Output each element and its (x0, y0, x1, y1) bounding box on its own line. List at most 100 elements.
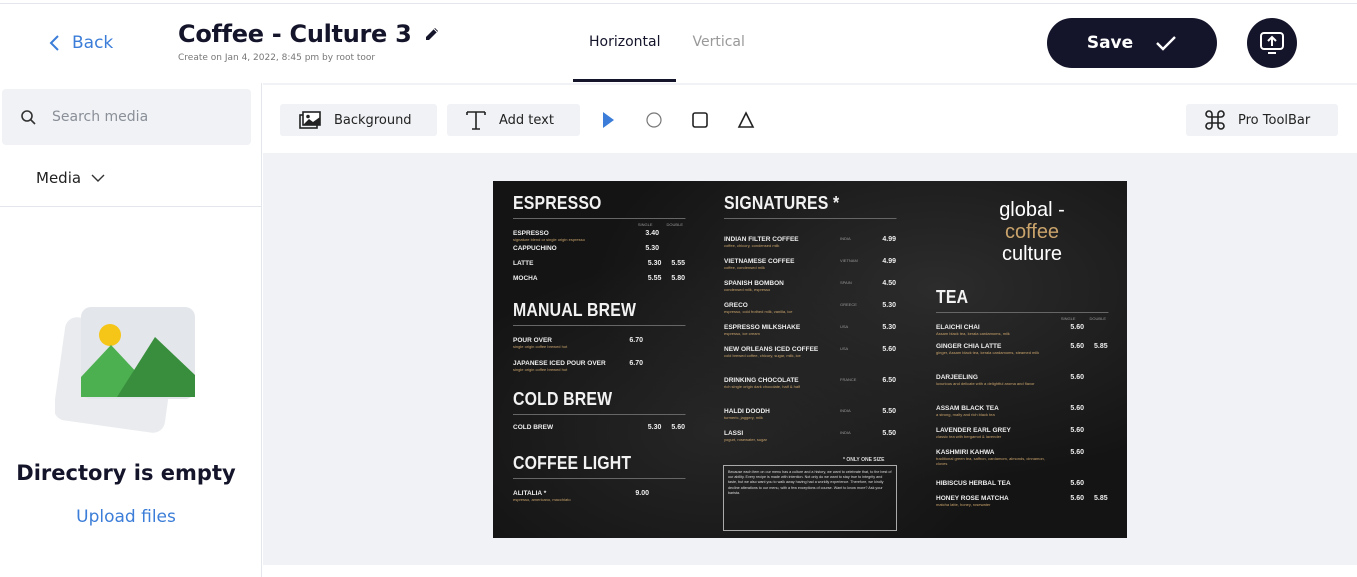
check-icon (1156, 36, 1177, 51)
media-dropdown[interactable]: Media (36, 169, 105, 187)
item-price-double: 5.85 (1094, 343, 1108, 350)
add-text-label: Add text (499, 112, 554, 128)
menu-item: MOCHA 5.55 5.80 (513, 275, 685, 282)
item-price-double (1094, 427, 1108, 434)
item-price-double (1094, 405, 1108, 412)
menu-canvas-preview[interactable]: ESPRESSO SINGLE DOUBLE ESPRESSO signature … (493, 181, 1127, 538)
search-input[interactable] (52, 109, 242, 125)
rectangle-tool[interactable] (689, 109, 711, 131)
canvas-bottom-strip (263, 565, 1357, 577)
brand-logo-text: global - coffee culture (977, 199, 1087, 265)
menu-item: ALITALIA * espresso, americano, macchiato… (513, 490, 649, 502)
item-name: ELAICHI CHAI (936, 324, 980, 331)
item-price: 5.60 (1070, 343, 1084, 350)
search-box (2, 89, 251, 145)
background-label: Background (334, 112, 412, 128)
item-name: ESPRESSO (513, 230, 549, 237)
item-desc: signature blend or single origin espress… (513, 237, 585, 242)
tab-vertical[interactable]: Vertical (676, 4, 760, 83)
item-name: LASSI (724, 430, 744, 437)
empty-gallery-illustration (55, 307, 195, 433)
circle-tool[interactable] (643, 109, 665, 131)
back-button[interactable]: Back (48, 33, 113, 53)
screen-share-icon (1260, 32, 1284, 54)
menu-item: JAPANESE ICED POUR OVER single origin cof… (513, 360, 643, 372)
add-text-button[interactable]: Add text (447, 104, 580, 136)
item-name: INDIAN FILTER COFFEE (724, 236, 799, 243)
menu-info-note: Because each item on our menu has a cult… (723, 465, 897, 531)
item-price: 5.50 (882, 408, 896, 415)
title-block: Coffee - Culture 3 Create on Jan 4, 2022… (178, 20, 441, 63)
present-button[interactable] (1247, 18, 1297, 68)
size-headers: SINGLE DOUBLE (513, 222, 685, 230)
signature-item: GRECO espresso, cold frothed milk, vanill… (724, 302, 896, 324)
item-name: HIBISCUS HERBAL TEA (936, 480, 1011, 487)
item-name: HONEY ROSE MATCHA (936, 495, 1009, 502)
menu-item: CAPPUCHINO 5.30 (513, 245, 659, 252)
item-origin: USA (840, 324, 849, 329)
item-name: KASHMIRI KAHWA (936, 449, 995, 456)
signature-item: VIETNAMESE COFFEE coffee, condensed milk V… (724, 258, 896, 280)
pencil-icon[interactable] (423, 25, 441, 43)
item-origin: GREECE (840, 302, 857, 307)
item-desc: espresso, ice cream (724, 331, 760, 336)
item-origin: SPAIN (840, 280, 852, 285)
item-price: 5.60 (1070, 374, 1084, 381)
tea-item: ASSAM BLACK TEA a strong, malty and rich … (936, 405, 1108, 427)
size-double: DOUBLE (666, 222, 683, 227)
chevron-left-icon (49, 35, 59, 51)
text-icon (466, 111, 486, 130)
item-price: 5.60 (1070, 405, 1084, 412)
item-name: DARJEELING (936, 374, 978, 381)
item-name: NEW ORLEANS ICED COFFEE (724, 346, 819, 353)
save-button[interactable]: Save (1047, 18, 1217, 68)
menu-item: POUR OVER single origin coffee brewed hot… (513, 337, 643, 349)
orientation-tabs: Horizontal Vertical (573, 4, 761, 83)
select-tool[interactable] (597, 109, 619, 131)
item-desc: Assam black tea, kerala cardamoms, milk (936, 331, 1010, 336)
tea-item: HIBISCUS HERBAL TEA 5.60 (936, 480, 1108, 495)
menu-item: LATTE 5.30 5.55 (513, 260, 685, 267)
item-name: LAVENDER EARL GREY (936, 427, 1011, 434)
created-info: Create on Jan 4, 2022, 8:45 pm by root t… (178, 53, 376, 63)
item-origin: USA (840, 346, 849, 351)
page-title-text: Coffee - Culture 3 (178, 20, 412, 48)
item-desc: classic tea with bergamot & lavender (936, 434, 1002, 439)
signature-item: NEW ORLEANS ICED COFFEE cold brewed coffe… (724, 346, 896, 377)
item-price: 4.50 (882, 280, 896, 287)
item-desc: coffee, chicory, condensed milk (724, 243, 780, 248)
signature-item: INDIAN FILTER COFFEE coffee, chicory, con… (724, 236, 896, 258)
signature-item: ESPRESSO MILKSHAKE espresso, ice cream USA… (724, 324, 896, 346)
item-desc: luxurious and delicate with a delightful… (936, 381, 1035, 386)
item-name: GRECO (724, 302, 748, 309)
editor-toolbar: Background Add text Pro ToolBar (263, 85, 1357, 153)
upload-files-link[interactable]: Upload files (0, 507, 252, 527)
item-price: 5.60 (1070, 495, 1084, 502)
section-heading-espresso: ESPRESSO (513, 193, 686, 219)
sidebar-divider (0, 206, 261, 207)
item-origin: INDIA (840, 430, 851, 435)
item-name: ESPRESSO MILKSHAKE (724, 324, 801, 331)
item-desc: rich single origin dark chocolate, half … (724, 384, 801, 389)
item-price: 6.50 (882, 377, 896, 384)
item-desc: condensed milk, espresso (724, 287, 771, 292)
background-button[interactable]: Background (280, 104, 437, 136)
item-price: 5.30 (647, 260, 662, 267)
tea-item: LAVENDER EARL GREY classic tea with berga… (936, 427, 1108, 449)
item-price: 5.60 (1070, 427, 1084, 434)
pro-toolbar-label: Pro ToolBar (1238, 112, 1311, 128)
item-desc: cold brewed coffee, chicory, sugar, milk… (724, 353, 801, 358)
triangle-tool[interactable] (735, 109, 757, 131)
pro-toolbar-button[interactable]: Pro ToolBar (1186, 104, 1338, 136)
size-single: SINGLE (637, 222, 653, 227)
signature-item: HALDI DOODH turmeric, jaggery, milk INDIA 5… (724, 408, 896, 430)
item-price: 5.30 (645, 245, 659, 252)
signatures-list: INDIAN FILTER COFFEE coffee, chicory, con… (724, 236, 896, 452)
brand-line-2: coffee (1004, 221, 1060, 243)
section-heading-coffee-light: COFFEE LIGHT (513, 453, 686, 479)
tab-horizontal[interactable]: Horizontal (573, 4, 677, 83)
item-price: 3.40 (645, 230, 659, 237)
item-price: 4.99 (882, 258, 896, 265)
menu-item: COLD BREW 5.30 5.60 (513, 424, 685, 431)
item-name: HALDI DOODH (724, 408, 770, 415)
